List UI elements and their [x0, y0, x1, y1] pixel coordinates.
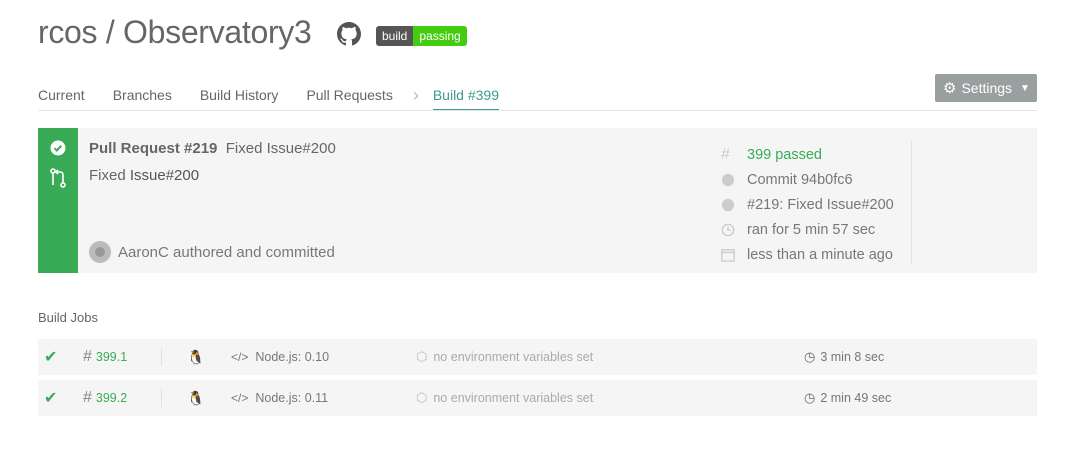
chevron-right-icon: › — [412, 85, 419, 105]
tabs-divider — [38, 110, 1037, 111]
settings-button[interactable]: ⚙ Settings ▼ — [935, 74, 1037, 102]
tab-branches[interactable]: Branches — [113, 86, 172, 111]
linux-icon: 🐧 — [187, 348, 205, 365]
tab-build-history[interactable]: Build History — [200, 86, 279, 111]
job-language: </> Node.js: 0.11 — [231, 380, 328, 416]
job-env: ⬡ no environment variables set — [416, 339, 593, 375]
build-meta: # 399 passed Commit 94b0fc6 #219: Fixed … — [721, 142, 894, 267]
linux-icon: 🐧 — [187, 389, 205, 406]
job-duration-text: 2 min 49 sec — [820, 391, 892, 405]
github-icon[interactable] — [337, 22, 361, 46]
hash-icon: # — [83, 348, 92, 365]
nav-tabs: Current Branches Build History Pull Requ… — [38, 86, 527, 111]
job-number-text[interactable]: 399.2 — [96, 391, 127, 405]
pr-title: Fixed Issue#200 — [225, 140, 336, 157]
job-language-text: Node.js: 0.10 — [255, 350, 330, 364]
build-summary-card: Pull Request #219 Fixed Issue#200 Fixed … — [38, 128, 1037, 273]
author-text: AaronC authored and committed — [118, 243, 335, 261]
commit-message-issue: Issue#200 — [129, 167, 200, 184]
check-icon: ✔ — [44, 349, 58, 366]
clock-icon — [721, 223, 747, 237]
job-row[interactable]: ✔ #399.2 🐧 </> Node.js: 0.11 ⬡ no environm… — [38, 380, 1037, 416]
meta-duration: ran for 5 min 57 sec — [721, 217, 894, 242]
cube-icon: ⬡ — [416, 349, 428, 364]
commit-message-text: Fixed — [89, 167, 130, 184]
avatar — [89, 241, 111, 263]
calendar-icon — [721, 248, 747, 262]
code-icon: </> — [231, 350, 249, 364]
pr-heading[interactable]: Pull Request #219 Fixed Issue#200 — [89, 140, 336, 157]
pr-number[interactable]: Pull Request #219 — [89, 140, 217, 157]
pull-request-icon — [48, 168, 68, 188]
caret-down-icon: ▼ — [1020, 82, 1030, 94]
job-duration: ◷ 2 min 49 sec — [804, 380, 891, 416]
job-duration: ◷ 3 min 8 sec — [804, 339, 884, 375]
tab-pull-requests[interactable]: Pull Requests — [306, 86, 392, 111]
divider — [161, 348, 162, 366]
job-number-text[interactable]: 399.1 — [96, 350, 127, 364]
tab-build[interactable]: Build #399 — [432, 86, 499, 111]
job-env-text: no environment variables set — [433, 391, 594, 405]
meta-commit[interactable]: Commit 94b0fc6 — [721, 167, 894, 192]
divider — [161, 389, 162, 407]
job-language-text: Node.js: 0.11 — [255, 391, 329, 405]
status-sidebar — [38, 128, 78, 273]
cube-icon: ⬡ — [416, 390, 428, 405]
build-jobs-heading: Build Jobs — [38, 310, 98, 325]
check-circle-icon — [48, 138, 68, 158]
code-icon: </> — [231, 391, 249, 405]
github-commit-icon — [721, 173, 747, 187]
clock-icon: ◷ — [804, 349, 816, 364]
author-line: AaronC authored and committed — [89, 241, 335, 263]
finished-text: less than a minute ago — [747, 246, 893, 263]
commit-text[interactable]: Commit 94b0fc6 — [747, 172, 853, 188]
hash-icon: # — [721, 145, 730, 163]
clock-icon: ◷ — [804, 390, 816, 405]
check-icon: ✔ — [44, 390, 58, 407]
badge-label: build — [376, 26, 414, 46]
duration-text: ran for 5 min 57 sec — [747, 221, 876, 238]
job-duration-text: 3 min 8 sec — [820, 350, 885, 364]
meta-pr[interactable]: #219: Fixed Issue#200 — [721, 192, 894, 217]
tab-current[interactable]: Current — [38, 86, 85, 111]
job-number[interactable]: #399.2 — [83, 380, 127, 416]
settings-label: Settings — [961, 80, 1013, 96]
job-row[interactable]: ✔ #399.1 🐧 </> Node.js: 0.10 ⬡ no environm… — [38, 339, 1037, 375]
meta-status[interactable]: # 399 passed — [721, 142, 894, 167]
gear-icon: ⚙ — [943, 80, 957, 97]
repo-title: rcos / Observatory3 — [38, 14, 312, 50]
job-env: ⬡ no environment variables set — [416, 380, 593, 416]
badge-status: passing — [413, 26, 467, 46]
meta-divider — [911, 140, 912, 264]
job-number[interactable]: #399.1 — [83, 339, 127, 375]
build-status-badge[interactable]: build passing — [376, 26, 467, 46]
github-pr-icon — [721, 198, 747, 212]
pr-ref-text[interactable]: #219: Fixed Issue#200 — [747, 197, 894, 213]
meta-finished: less than a minute ago — [721, 242, 894, 267]
job-env-text: no environment variables set — [433, 350, 594, 364]
hash-icon: # — [83, 389, 92, 406]
status-text[interactable]: 399 passed — [747, 147, 822, 163]
commit-message: Fixed Issue#200 — [89, 167, 199, 184]
job-language: </> Node.js: 0.10 — [231, 339, 329, 375]
